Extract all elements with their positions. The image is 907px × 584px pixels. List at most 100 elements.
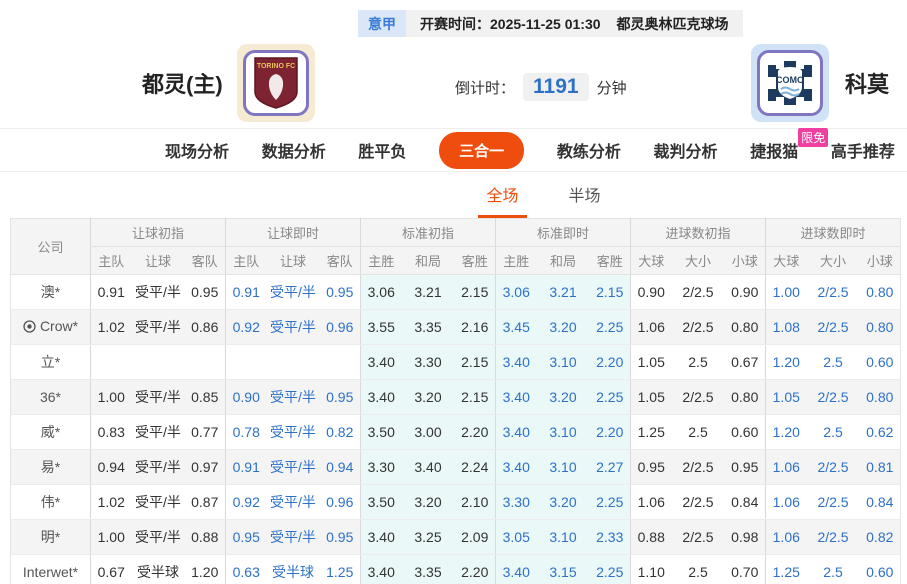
odds-cell[interactable]: 0.81 bbox=[860, 450, 901, 485]
odds-cell[interactable]: 0.67 bbox=[725, 345, 766, 380]
odds-cell[interactable]: 0.60 bbox=[725, 415, 766, 450]
odds-cell[interactable]: 0.82 bbox=[320, 415, 361, 450]
odds-cell[interactable] bbox=[267, 345, 320, 380]
company-name[interactable]: 36* bbox=[11, 380, 91, 415]
odds-cell[interactable]: 受平/半 bbox=[267, 520, 320, 555]
odds-cell[interactable]: 0.80 bbox=[860, 310, 901, 345]
odds-cell[interactable]: 1.25 bbox=[766, 555, 807, 584]
odds-cell[interactable]: 3.20 bbox=[402, 485, 455, 520]
odds-cell[interactable]: 1.20 bbox=[185, 555, 226, 584]
odds-cell[interactable] bbox=[91, 345, 132, 380]
odds-cell[interactable]: 0.82 bbox=[860, 520, 901, 555]
odds-cell[interactable]: 2/2.5 bbox=[807, 380, 860, 415]
odds-cell[interactable]: 1.05 bbox=[631, 345, 672, 380]
odds-cell[interactable]: 0.95 bbox=[226, 520, 267, 555]
company-name[interactable]: 易* bbox=[11, 450, 91, 485]
odds-cell[interactable]: 0.84 bbox=[725, 485, 766, 520]
odds-cell[interactable]: 2.20 bbox=[455, 415, 496, 450]
odds-cell[interactable]: 3.35 bbox=[402, 310, 455, 345]
odds-cell[interactable]: 0.91 bbox=[91, 275, 132, 310]
odds-cell[interactable]: 1.06 bbox=[631, 310, 672, 345]
nav-tab-3[interactable]: 胜平负 bbox=[358, 138, 406, 162]
odds-cell[interactable]: 2.15 bbox=[590, 275, 631, 310]
odds-cell[interactable]: 0.88 bbox=[185, 520, 226, 555]
company-name[interactable]: Interwet* bbox=[11, 555, 91, 584]
odds-cell[interactable]: 受平/半 bbox=[267, 485, 320, 520]
odds-cell[interactable]: 0.97 bbox=[185, 450, 226, 485]
company-name[interactable]: 明* bbox=[11, 520, 91, 555]
odds-cell[interactable]: 3.21 bbox=[402, 275, 455, 310]
odds-cell[interactable]: 1.00 bbox=[91, 520, 132, 555]
odds-cell[interactable]: 0.90 bbox=[725, 275, 766, 310]
odds-cell[interactable]: 0.60 bbox=[860, 555, 901, 584]
odds-cell[interactable]: 3.40 bbox=[361, 380, 402, 415]
company-name[interactable]: 威* bbox=[11, 415, 91, 450]
odds-cell[interactable]: 受平/半 bbox=[267, 450, 320, 485]
nav-tab-5[interactable]: 教练分析 bbox=[557, 138, 621, 162]
odds-cell[interactable]: 0.88 bbox=[631, 520, 672, 555]
odds-cell[interactable]: 3.25 bbox=[402, 520, 455, 555]
odds-cell[interactable]: 3.20 bbox=[537, 310, 590, 345]
nav-tab-7[interactable]: 捷报猫限免 bbox=[750, 138, 798, 162]
odds-cell[interactable]: 受平/半 bbox=[267, 415, 320, 450]
odds-cell[interactable]: 2.10 bbox=[455, 485, 496, 520]
odds-cell[interactable] bbox=[320, 345, 361, 380]
odds-cell[interactable]: 1.00 bbox=[91, 380, 132, 415]
odds-cell[interactable]: 2.15 bbox=[455, 345, 496, 380]
odds-cell[interactable]: 0.95 bbox=[320, 520, 361, 555]
odds-cell[interactable]: 2/2.5 bbox=[672, 275, 725, 310]
company-name[interactable]: 立* bbox=[11, 345, 91, 380]
odds-cell[interactable]: 3.40 bbox=[496, 345, 537, 380]
odds-cell[interactable]: 0.91 bbox=[226, 450, 267, 485]
odds-cell[interactable]: 2/2.5 bbox=[807, 520, 860, 555]
odds-cell[interactable]: 2.33 bbox=[590, 520, 631, 555]
league-badge[interactable]: 意甲 bbox=[358, 10, 406, 37]
odds-cell[interactable]: 1.05 bbox=[766, 380, 807, 415]
odds-cell[interactable]: 0.80 bbox=[725, 310, 766, 345]
odds-cell[interactable]: 2/2.5 bbox=[807, 485, 860, 520]
odds-cell[interactable]: 2.15 bbox=[455, 275, 496, 310]
odds-cell[interactable]: 2.5 bbox=[672, 555, 725, 584]
odds-cell[interactable]: 0.60 bbox=[860, 345, 901, 380]
odds-cell[interactable]: 1.25 bbox=[320, 555, 361, 584]
odds-cell[interactable]: 0.90 bbox=[631, 275, 672, 310]
odds-cell[interactable]: 3.40 bbox=[496, 555, 537, 584]
subtab-1[interactable]: 全场 bbox=[478, 182, 526, 218]
odds-cell[interactable]: 1.08 bbox=[766, 310, 807, 345]
odds-cell[interactable]: 1.20 bbox=[766, 415, 807, 450]
odds-cell[interactable] bbox=[185, 345, 226, 380]
odds-cell[interactable]: 0.80 bbox=[725, 380, 766, 415]
odds-cell[interactable]: 2.5 bbox=[672, 345, 725, 380]
odds-cell[interactable]: 3.30 bbox=[496, 485, 537, 520]
odds-cell[interactable]: 0.96 bbox=[320, 310, 361, 345]
odds-cell[interactable]: 2/2.5 bbox=[807, 450, 860, 485]
odds-cell[interactable]: 0.98 bbox=[725, 520, 766, 555]
odds-cell[interactable]: 0.86 bbox=[185, 310, 226, 345]
odds-cell[interactable]: 0.94 bbox=[91, 450, 132, 485]
odds-cell[interactable]: 0.95 bbox=[185, 275, 226, 310]
odds-cell[interactable]: 0.95 bbox=[725, 450, 766, 485]
subtab-2[interactable]: 半场 bbox=[569, 182, 601, 218]
odds-cell[interactable]: 3.45 bbox=[496, 310, 537, 345]
odds-cell[interactable]: 0.95 bbox=[631, 450, 672, 485]
odds-cell[interactable]: 3.10 bbox=[537, 415, 590, 450]
odds-cell[interactable]: 2.09 bbox=[455, 520, 496, 555]
odds-cell[interactable]: 2.25 bbox=[590, 555, 631, 584]
odds-cell[interactable] bbox=[132, 345, 185, 380]
odds-cell[interactable]: 0.80 bbox=[860, 275, 901, 310]
odds-cell[interactable]: 0.77 bbox=[185, 415, 226, 450]
odds-cell[interactable]: 受半球 bbox=[267, 555, 320, 584]
odds-cell[interactable]: 受平/半 bbox=[132, 450, 185, 485]
odds-cell[interactable]: 1.02 bbox=[91, 310, 132, 345]
odds-cell[interactable]: 1.06 bbox=[631, 485, 672, 520]
odds-cell[interactable]: 2/2.5 bbox=[672, 310, 725, 345]
odds-cell[interactable] bbox=[226, 345, 267, 380]
odds-cell[interactable]: 2.5 bbox=[807, 555, 860, 584]
odds-cell[interactable]: 2.16 bbox=[455, 310, 496, 345]
odds-cell[interactable]: 2/2.5 bbox=[672, 380, 725, 415]
odds-cell[interactable]: 3.40 bbox=[361, 555, 402, 584]
nav-tab-6[interactable]: 裁判分析 bbox=[654, 138, 718, 162]
odds-cell[interactable]: 3.40 bbox=[361, 520, 402, 555]
nav-tab-4[interactable]: 三合一 bbox=[439, 132, 524, 169]
odds-cell[interactable]: 3.20 bbox=[537, 380, 590, 415]
